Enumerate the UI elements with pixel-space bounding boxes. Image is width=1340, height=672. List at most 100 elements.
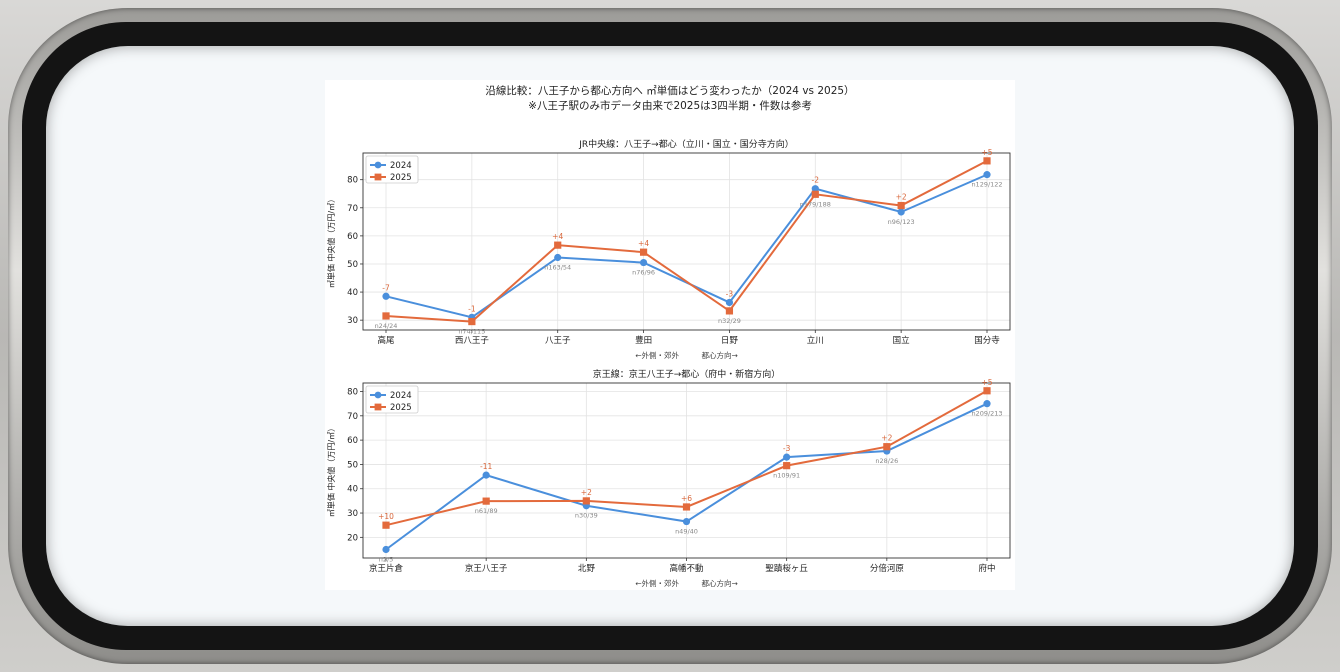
point-2025 [468, 317, 476, 326]
point-2024 [382, 545, 390, 554]
count-label: n2/5 [379, 555, 394, 563]
x-tick-label: 国分寺 [974, 336, 1000, 346]
count-label: n109/91 [773, 472, 800, 480]
chart-svg: JR中央線：八王子→都心（立川・国立・国分寺方向） 30 40 50 60 70 80 高尾 西… [326, 138, 1011, 588]
count-label: n163/54 [544, 264, 571, 272]
y-tick-label: 30 [347, 316, 358, 326]
series-line-2025 [385, 159, 988, 323]
point-2025 [811, 190, 819, 198]
x-tick-label: 日野 [721, 336, 739, 346]
count-label: n32/29 [718, 317, 741, 325]
point-2024 [554, 253, 562, 262]
y-tick-label: 70 [347, 412, 358, 422]
delta-label: -11 [480, 462, 492, 471]
x-tick-label: 京王片倉 [369, 563, 404, 574]
delta-label: +6 [681, 494, 692, 503]
point-2024 [482, 471, 490, 479]
y-tick-label: 20 [347, 533, 358, 543]
point-2025 [897, 201, 905, 210]
point-2025 [682, 503, 691, 511]
x-tick-label: 聖蹟桜ヶ丘 [765, 563, 808, 574]
x-axis-label: ←外側・郊外 都心方向→ [635, 350, 738, 360]
point-2025 [582, 497, 590, 505]
legend-label: 2024 [390, 161, 412, 171]
delta-label: +4 [552, 232, 563, 241]
y-tick-label: 50 [347, 260, 358, 270]
legend-marker-2024 [374, 161, 382, 169]
delta-label: +5 [981, 148, 992, 157]
delta-label: +10 [378, 512, 394, 521]
x-tick-label: 立川 [807, 335, 824, 346]
y-tick-label: 50 [347, 460, 358, 470]
x-tick-label: 高尾 [377, 335, 395, 346]
delta-label: +2 [581, 488, 592, 497]
delta-label: -7 [382, 283, 390, 292]
x-tick-label: 府中 [978, 563, 995, 574]
x-tick-label: 西八王子 [455, 336, 490, 346]
point-2024 [639, 258, 648, 267]
point-2025 [554, 241, 562, 249]
legend-marker-2024 [374, 391, 382, 399]
point-2024 [682, 517, 691, 526]
panel-title: 京王線：京王八王子→都心（府中・新宿方向） [593, 368, 781, 380]
x-tick-label: 国立 [893, 335, 911, 346]
y-tick-label: 80 [347, 176, 358, 186]
y-axis-label: ㎡単価 中央値（万円/㎡） [326, 195, 336, 288]
y-tick-label: 70 [347, 204, 358, 214]
point-2024 [983, 171, 991, 179]
delta-label: -1 [468, 304, 476, 313]
point-2024 [382, 292, 390, 300]
count-label: n209/213 [971, 410, 1002, 418]
legend-marker-2025 [374, 403, 382, 411]
y-axis-label: ㎡単価 中央値（万円/㎡） [326, 424, 336, 517]
delta-label: +4 [638, 239, 649, 248]
point-2025 [983, 157, 991, 165]
point-2025 [883, 443, 891, 451]
y-tick-label: 30 [347, 509, 358, 519]
x-tick-label: 京王八王子 [465, 563, 508, 574]
point-2025 [639, 248, 648, 256]
x-tick-label: 北野 [578, 564, 596, 574]
y-tick-label: 60 [347, 232, 358, 242]
count-label: n28/26 [875, 457, 898, 465]
count-label: n49/40 [675, 528, 698, 536]
chart-figure: 沿線比較：八王子から都心方向へ ㎡単価はどう変わったか（2024 vs 2025… [325, 80, 1015, 590]
point-2025 [725, 307, 734, 315]
point-2025 [382, 312, 390, 320]
x-axis-label: ←外側・郊外 都心方向→ [635, 578, 738, 588]
y-tick-label: 80 [347, 388, 358, 398]
point-2025 [983, 387, 991, 395]
y-tick-label: 60 [347, 436, 358, 446]
panel-title: JR中央線：八王子→都心（立川・国立・国分寺方向） [578, 138, 793, 150]
delta-label: -3 [783, 444, 791, 453]
count-label: n76/96 [632, 269, 655, 277]
y-tick-label: 40 [347, 485, 358, 495]
point-2025 [382, 521, 390, 529]
legend-label: 2024 [390, 391, 412, 401]
x-tick-label: 高幡不動 [669, 563, 703, 574]
legend-label: 2025 [390, 173, 412, 183]
count-label: n74/115 [458, 328, 485, 336]
count-label: n129/122 [971, 181, 1002, 189]
x-tick-label: 分倍河原 [870, 563, 904, 574]
point-2025 [783, 462, 791, 470]
count-label: n30/39 [575, 512, 598, 520]
delta-label: +2 [881, 434, 892, 443]
point-2024 [725, 298, 734, 307]
point-2024 [897, 208, 905, 216]
point-2025 [482, 497, 490, 505]
x-tick-label: 八王子 [545, 336, 571, 346]
legend-label: 2025 [390, 403, 412, 413]
point-2024 [983, 400, 991, 408]
delta-label: +2 [896, 193, 907, 202]
y-tick-label: 40 [347, 288, 358, 298]
count-label: n24/24 [375, 322, 398, 330]
x-tick-label: 豊田 [635, 335, 652, 346]
delta-label: +5 [981, 378, 992, 387]
delta-label: -2 [812, 176, 820, 185]
point-2024 [783, 453, 791, 461]
legend-marker-2025 [374, 173, 382, 181]
count-label: n96/123 [888, 218, 915, 226]
count-label: n61/89 [475, 507, 498, 515]
count-label: n179/188 [800, 200, 831, 208]
